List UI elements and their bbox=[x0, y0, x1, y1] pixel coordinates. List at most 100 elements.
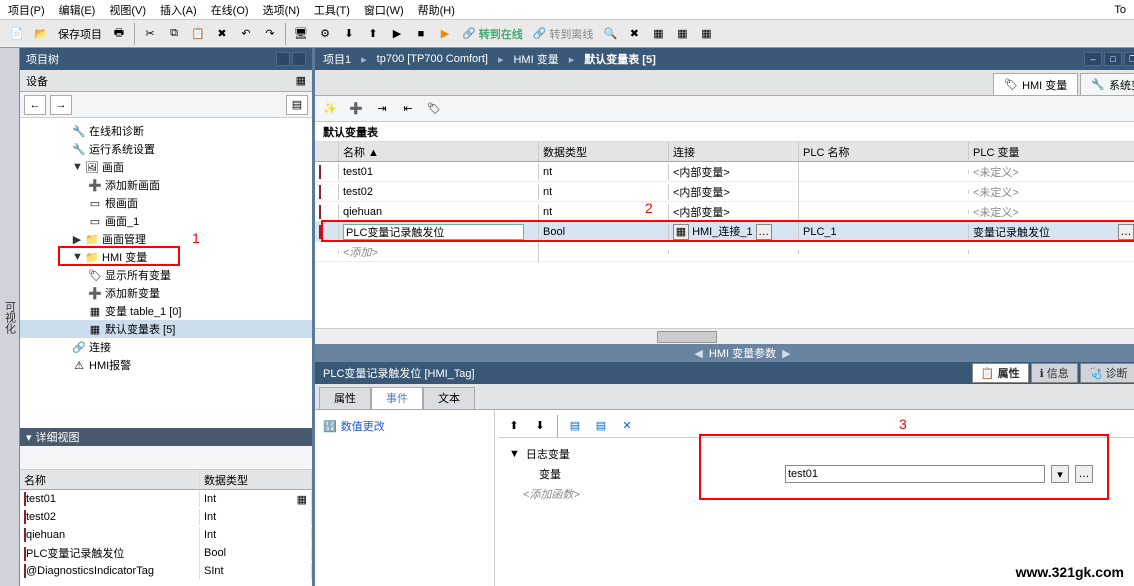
detail-row[interactable]: test01Int ▦ bbox=[20, 490, 312, 508]
th-conn[interactable]: 连接 bbox=[669, 142, 799, 161]
tab-hmi-tags[interactable]: 🏷HMI 变量 bbox=[993, 73, 1078, 95]
detail-row[interactable]: test02Int bbox=[20, 508, 312, 526]
tab-system-tags[interactable]: 🔧系统变量 bbox=[1080, 73, 1134, 95]
event-value-change[interactable]: 🔢数值更改 bbox=[321, 416, 488, 436]
tab-properties[interactable]: 📋 属性 bbox=[972, 363, 1029, 383]
cut-icon[interactable]: ✂ bbox=[139, 23, 161, 45]
nav-back-icon[interactable]: ← bbox=[24, 95, 46, 115]
tree-node-default-tag-table[interactable]: ▦默认变量表 [5] bbox=[20, 320, 312, 338]
undo-icon[interactable]: ↶ bbox=[235, 23, 257, 45]
tt-icon[interactable]: ✨ bbox=[319, 98, 341, 120]
tree-node-add-tag[interactable]: ➕添加新变量 bbox=[20, 284, 312, 302]
th-plc-name[interactable]: PLC 名称 bbox=[799, 142, 969, 161]
tree-node-root-screen[interactable]: ▭根画面 bbox=[20, 194, 312, 212]
menu-online[interactable]: 在线(O) bbox=[211, 2, 249, 18]
tree-node-show-all-tags[interactable]: 🏷显示所有变量 bbox=[20, 266, 312, 284]
tree-node-alarms[interactable]: ⚠HMI报警 bbox=[20, 356, 312, 374]
browse-button[interactable]: … bbox=[1075, 465, 1093, 483]
browse-button[interactable]: … bbox=[1118, 224, 1134, 240]
pin-icon[interactable] bbox=[292, 52, 306, 66]
browse-button[interactable]: … bbox=[756, 224, 772, 240]
upload-icon[interactable]: ⬆ bbox=[362, 23, 384, 45]
new-icon[interactable]: 📄 bbox=[6, 23, 28, 45]
horizontal-scrollbar[interactable] bbox=[315, 328, 1134, 344]
open-icon[interactable]: 📂 bbox=[30, 23, 52, 45]
expand-icon[interactable]: ▾ bbox=[26, 431, 32, 444]
tab-attributes[interactable]: 属性 bbox=[319, 387, 371, 409]
export-icon[interactable]: ⇤ bbox=[397, 98, 419, 120]
restore-icon[interactable]: ❐ bbox=[1124, 52, 1134, 66]
menu-edit[interactable]: 编辑(E) bbox=[59, 2, 96, 18]
table-row[interactable]: qiehuannt<内部变量><未定义> bbox=[315, 202, 1134, 222]
table-add-row[interactable]: <添加> bbox=[315, 242, 1134, 262]
col-type[interactable]: 数据类型 bbox=[200, 470, 312, 489]
search-icon[interactable]: 🔍 bbox=[599, 23, 621, 45]
variable-input[interactable] bbox=[785, 465, 1045, 483]
outdent-icon[interactable]: ▤ bbox=[590, 415, 612, 437]
tree-node-runtime-settings[interactable]: 🔧运行系统设置 bbox=[20, 140, 312, 158]
tree-node-hmi-tags[interactable]: ▼📁HMI 变量 bbox=[20, 248, 312, 266]
stop-icon[interactable]: ■ bbox=[410, 23, 432, 45]
tab-info[interactable]: ℹ 信息 bbox=[1031, 363, 1078, 383]
sim-icon[interactable]: ▶ bbox=[386, 23, 408, 45]
tree-node-screen-mgmt[interactable]: ▶📁画面管理 bbox=[20, 230, 312, 248]
bc-device[interactable]: tp700 [TP700 Comfort] bbox=[377, 53, 488, 65]
go-online-button[interactable]: 🔗 转到在线 bbox=[458, 26, 527, 42]
table-row-selected[interactable]: Bool ▦ HMI_连接_1 … PLC_1 变量记录触发位 … bbox=[315, 222, 1134, 242]
redo-icon[interactable]: ↷ bbox=[259, 23, 281, 45]
menu-tools[interactable]: 工具(T) bbox=[314, 2, 350, 18]
detail-row[interactable]: PLC变量记录触发位Bool bbox=[20, 544, 312, 562]
indent-icon[interactable]: ▤ bbox=[564, 415, 586, 437]
tb-icon3[interactable]: ▦ bbox=[695, 23, 717, 45]
minimize-icon[interactable]: – bbox=[1084, 52, 1102, 66]
tree-node-online-diag[interactable]: 🔧在线和诊断 bbox=[20, 122, 312, 140]
menu-window[interactable]: 窗口(W) bbox=[364, 2, 404, 18]
add-up-icon[interactable]: ⬆ bbox=[503, 415, 525, 437]
table-row[interactable]: test02nt<内部变量><未定义> bbox=[315, 182, 1134, 202]
function-log-variable[interactable]: ▼日志变量 bbox=[509, 444, 1134, 464]
tb-icon[interactable]: ▦ bbox=[647, 23, 669, 45]
project-tree[interactable]: 🔧在线和诊断 🔧运行系统设置 ▼🖼画面 ➕添加新画面 ▭根画面 ▭画面_1 ▶📁… bbox=[20, 118, 312, 428]
tree-node-screens[interactable]: ▼🖼画面 bbox=[20, 158, 312, 176]
add-down-icon[interactable]: ⬇ bbox=[529, 415, 551, 437]
import-icon[interactable]: ⇥ bbox=[371, 98, 393, 120]
tt-icon[interactable]: ➕ bbox=[345, 98, 367, 120]
maximize-icon[interactable]: □ bbox=[1104, 52, 1122, 66]
compile-icon[interactable]: ⚙ bbox=[314, 23, 336, 45]
menu-options[interactable]: 选项(N) bbox=[263, 2, 300, 18]
menu-view[interactable]: 视图(V) bbox=[109, 2, 146, 18]
paste-icon[interactable]: 📋 bbox=[187, 23, 209, 45]
th-plc-var[interactable]: PLC 变量 bbox=[969, 142, 1134, 161]
tree-node-tag-table-1[interactable]: ▦变量 table_1 [0] bbox=[20, 302, 312, 320]
detail-row[interactable]: qiehuanInt bbox=[20, 526, 312, 544]
add-function-row[interactable]: <添加函数> bbox=[509, 484, 1134, 504]
detail-row[interactable]: @DiagnosticsIndicatorTagSInt bbox=[20, 562, 312, 580]
tb-icon2[interactable]: ▦ bbox=[671, 23, 693, 45]
tt-icon[interactable]: 🏷 bbox=[423, 98, 445, 120]
param-variable[interactable]: 变量 ▾ … bbox=[509, 464, 1134, 484]
download-icon[interactable]: ⬇ bbox=[338, 23, 360, 45]
print-icon[interactable]: 🖶 bbox=[108, 23, 130, 45]
dropdown-icon[interactable]: ▾ bbox=[1051, 465, 1069, 483]
tree-node-add-screen[interactable]: ➕添加新画面 bbox=[20, 176, 312, 194]
browse-icon[interactable]: ▦ bbox=[673, 224, 689, 240]
side-tab-visualization[interactable]: 可视化 bbox=[0, 48, 20, 586]
menu-project[interactable]: 项目(P) bbox=[8, 2, 45, 18]
menu-help[interactable]: 帮助(H) bbox=[418, 2, 455, 18]
col-name[interactable]: 名称 bbox=[20, 470, 200, 489]
table-row[interactable]: test01nt<内部变量><未定义> bbox=[315, 162, 1134, 182]
tree-node-screen-1[interactable]: ▭画面_1 bbox=[20, 212, 312, 230]
copy-icon[interactable]: ⧉ bbox=[163, 23, 185, 45]
save-project-button[interactable]: 保存项目 bbox=[54, 26, 106, 42]
bc-project[interactable]: 项目1 bbox=[323, 51, 351, 67]
delete-icon[interactable]: ✖ bbox=[211, 23, 233, 45]
bc-hmi-tags[interactable]: HMI 变量 bbox=[513, 51, 558, 67]
go-offline-button[interactable]: 🔗 转到离线 bbox=[529, 26, 598, 42]
tab-diagnostics[interactable]: 🩺 诊断 bbox=[1080, 363, 1134, 383]
xref-icon[interactable]: ✖ bbox=[623, 23, 645, 45]
remove-icon[interactable]: ✕ bbox=[616, 415, 638, 437]
chevron-down-icon[interactable]: ▼ bbox=[509, 448, 520, 460]
collapse-icon[interactable] bbox=[276, 52, 290, 66]
chevron-left-icon[interactable]: ◀ bbox=[694, 347, 702, 360]
tag-params-bar[interactable]: ◀HMI 变量参数▶ bbox=[315, 344, 1134, 362]
